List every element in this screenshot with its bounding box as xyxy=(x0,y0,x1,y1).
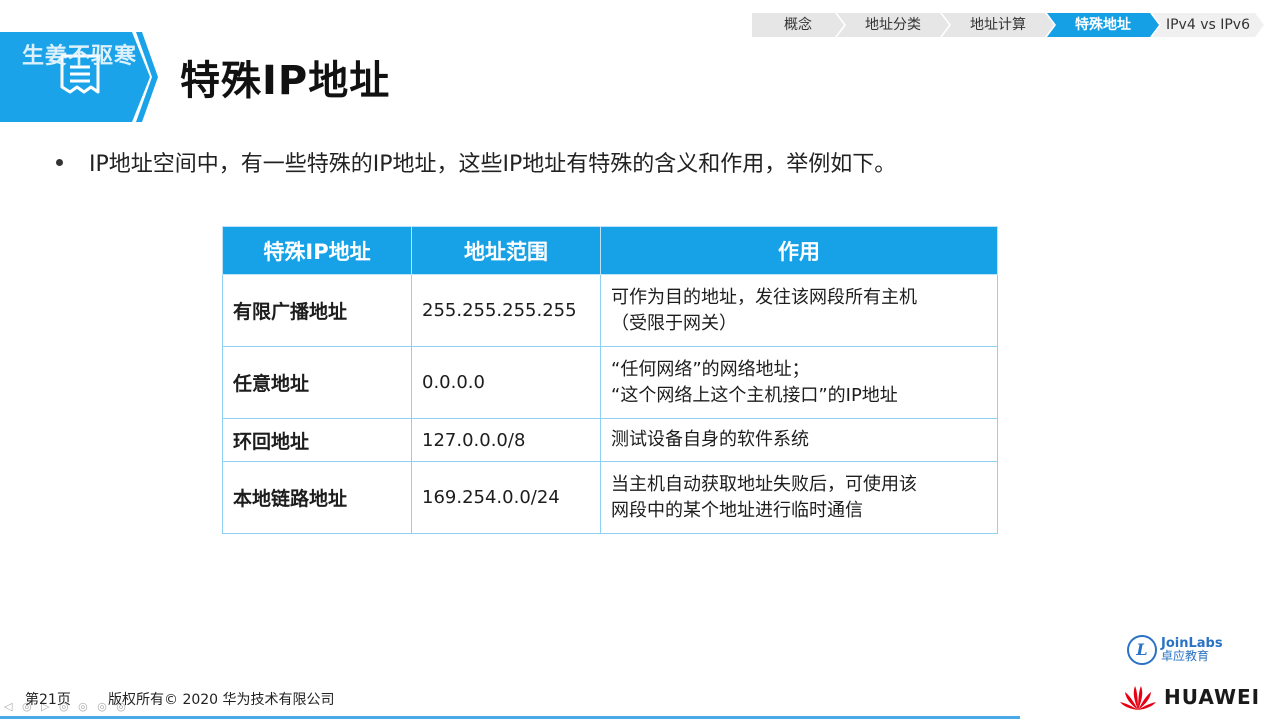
table-row: 任意地址 0.0.0.0 “任何网络”的网络地址； “这个网络上这个主机接口”的… xyxy=(222,346,998,419)
cell-range: 169.254.0.0/24 xyxy=(411,461,601,534)
page-title: 特殊IP地址 xyxy=(180,58,391,104)
cell-use-line: “任何网络”的网络地址； xyxy=(611,358,810,380)
joinlabs-mark-icon: L xyxy=(1127,635,1157,665)
breadcrumb-item-address-class[interactable]: 地址分类 xyxy=(837,13,949,37)
joinlabs-logo: L JoinLabs 卓应教育 xyxy=(1127,635,1223,665)
cell-name: 环回地址 xyxy=(222,418,412,462)
footer-divider xyxy=(0,716,1020,719)
cell-use-line: （受限于网关） xyxy=(611,312,737,334)
joinlabs-cn: 卓应教育 xyxy=(1161,649,1210,663)
table-row: 本地链路地址 169.254.0.0/24 当主机自动获取地址失败后，可使用该 … xyxy=(222,461,998,534)
joinlabs-text: JoinLabs 卓应教育 xyxy=(1161,637,1223,663)
huawei-flower-icon xyxy=(1120,686,1156,710)
header-function: 作用 xyxy=(600,226,998,275)
watermark-text: 生姜不驱寒 xyxy=(22,44,138,69)
cell-use-line: 可作为目的地址，发往该网段所有主机 xyxy=(611,286,917,308)
bullet-dot xyxy=(56,158,63,166)
cell-name: 本地链路地址 xyxy=(222,461,412,534)
breadcrumb-item-concept[interactable]: 概念 xyxy=(752,13,844,37)
table-row: 环回地址 127.0.0.0/8 测试设备自身的软件系统 xyxy=(222,418,998,462)
footer-page-number: 第21页 xyxy=(25,692,71,708)
table-header-row: 特殊IP地址 地址范围 作用 xyxy=(222,226,998,275)
cell-range: 255.255.255.255 xyxy=(411,274,601,347)
bullet-text: IP地址空间中，有一些特殊的IP地址，这些IP地址有特殊的含义和作用，举例如下。 xyxy=(89,152,897,177)
breadcrumb-item-ipv4-vs-ipv6[interactable]: IPv4 vs IPv6 xyxy=(1152,13,1264,37)
breadcrumb: 概念 地址分类 地址计算 特殊地址 IPv4 vs IPv6 xyxy=(752,13,1257,37)
special-ip-table: 特殊IP地址 地址范围 作用 有限广播地址 255.255.255.255 可作… xyxy=(222,226,998,534)
table-row: 有限广播地址 255.255.255.255 可作为目的地址，发往该网段所有主机… xyxy=(222,274,998,347)
header-address-range: 地址范围 xyxy=(411,226,601,275)
cell-name: 有限广播地址 xyxy=(222,274,412,347)
breadcrumb-item-special-address[interactable]: 特殊地址 xyxy=(1047,13,1159,37)
huawei-logo: HUAWEI xyxy=(1118,682,1260,712)
cell-use: 可作为目的地址，发往该网段所有主机 （受限于网关） xyxy=(600,274,998,347)
cell-name: 任意地址 xyxy=(222,346,412,419)
cell-use-line: 当主机自动获取地址失败后，可使用该 xyxy=(611,473,917,495)
huawei-wordmark: HUAWEI xyxy=(1164,685,1261,709)
cell-use: “任何网络”的网络地址； “这个网络上这个主机接口”的IP地址 xyxy=(600,346,998,419)
bullet-item: IP地址空间中，有一些特殊的IP地址，这些IP地址有特殊的含义和作用，举例如下。 xyxy=(56,146,896,178)
cell-use: 当主机自动获取地址失败后，可使用该 网段中的某个地址进行临时通信 xyxy=(600,461,998,534)
footer-copyright: 版权所有© 2020 华为技术有限公司 xyxy=(108,692,335,708)
cell-use-line: 测试设备自身的软件系统 xyxy=(611,429,809,450)
cell-use-line: 网段中的某个地址进行临时通信 xyxy=(611,499,863,521)
cell-use: 测试设备自身的软件系统 xyxy=(600,418,998,462)
cell-use-line: “这个网络上这个主机接口”的IP地址 xyxy=(611,384,898,406)
header-special-ip: 特殊IP地址 xyxy=(222,226,412,275)
breadcrumb-item-address-calc[interactable]: 地址计算 xyxy=(942,13,1054,37)
cell-range: 127.0.0.0/8 xyxy=(411,418,601,462)
cell-range: 0.0.0.0 xyxy=(411,346,601,419)
